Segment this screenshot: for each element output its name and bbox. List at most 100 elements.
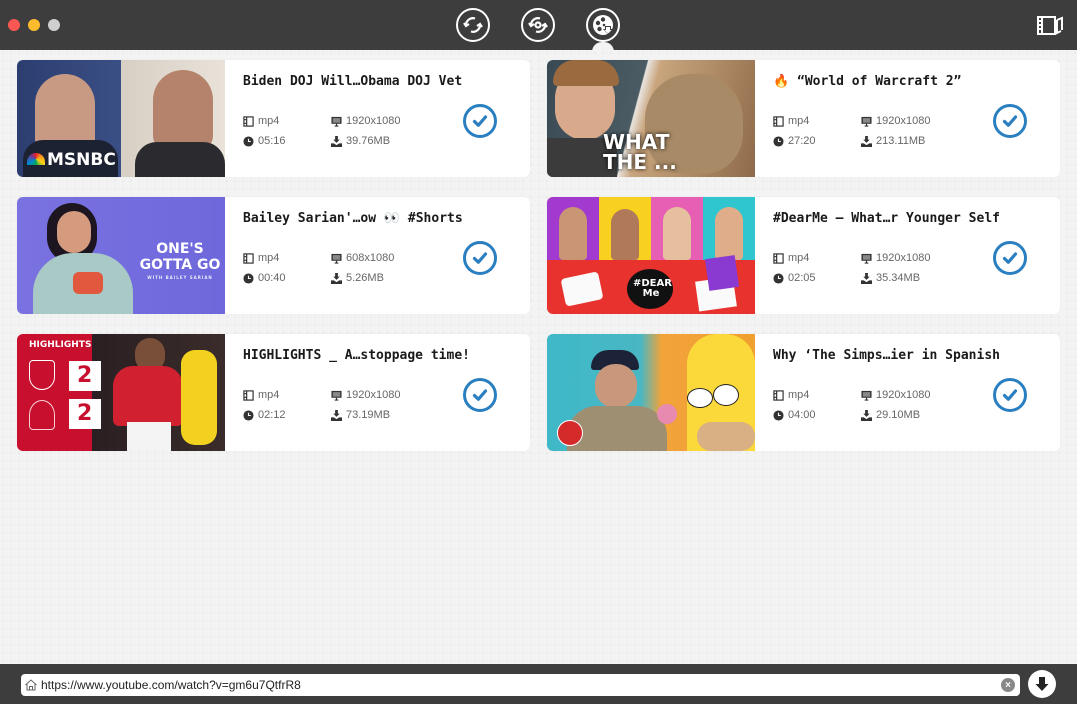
download-tray-icon <box>331 272 342 284</box>
checkmark-icon <box>472 252 488 264</box>
thumbnail-caption: #DEAR Me <box>633 278 672 299</box>
resolution-info: 1920x1080 <box>861 115 930 127</box>
film-icon <box>243 252 254 264</box>
duration-info: 05:16 <box>243 135 286 147</box>
format-info: mp4 <box>773 252 809 264</box>
resolution-value: 1920x1080 <box>346 389 401 401</box>
selected-checkbox[interactable] <box>993 104 1027 138</box>
download-tray-icon <box>331 135 342 147</box>
monitor-icon <box>331 116 342 127</box>
thumbnail-caption: ONE'S GOTTA GO <box>139 241 221 273</box>
edit-convert-mode-button[interactable] <box>521 8 555 42</box>
size-info: 5.26MB <box>331 272 384 284</box>
size-value: 5.26MB <box>346 272 384 284</box>
checkmark-icon <box>472 389 488 401</box>
media-library-button[interactable] <box>1036 14 1064 38</box>
video-card[interactable]: WHAT THE ... 🔥 “World of Warcraft 2” mp4… <box>547 60 1060 177</box>
format-info: mp4 <box>773 115 809 127</box>
clock-icon <box>243 409 254 421</box>
clock-icon <box>243 272 254 284</box>
video-card[interactable]: MSNBC Biden DOJ Will…Obama DOJ Vet mp4 0… <box>17 60 530 177</box>
video-card[interactable]: Why ‘The Simps…ier in Spanish mp4 04:00 … <box>547 334 1060 451</box>
size-value: 29.10MB <box>876 409 921 421</box>
duration-info: 04:00 <box>773 409 816 421</box>
clock-icon <box>243 135 254 147</box>
duration-value: 05:16 <box>258 135 286 147</box>
media-library-icon <box>1037 16 1063 35</box>
film-reel-download-icon <box>593 15 613 35</box>
resolution-info: 1920x1080 <box>331 115 400 127</box>
size-info: 73.19MB <box>331 409 390 421</box>
film-icon <box>243 115 254 127</box>
title-bar <box>0 0 1077 52</box>
url-field-container: × <box>21 674 1020 696</box>
channel-logo <box>557 420 583 446</box>
home-icon[interactable] <box>24 678 38 692</box>
film-icon <box>773 115 784 127</box>
size-info: 39.76MB <box>331 135 390 147</box>
format-info: mp4 <box>243 389 279 401</box>
selected-checkbox[interactable] <box>993 241 1027 275</box>
size-info: 35.34MB <box>861 272 920 284</box>
selected-checkbox[interactable] <box>463 241 497 275</box>
format-value: mp4 <box>258 115 280 127</box>
monitor-icon <box>861 253 872 264</box>
resolution-value: 1920x1080 <box>876 252 931 264</box>
selected-checkbox[interactable] <box>463 378 497 412</box>
close-window-button[interactable] <box>8 19 20 31</box>
resolution-info: 1920x1080 <box>861 389 930 401</box>
format-value: mp4 <box>788 389 810 401</box>
away-score: 2 <box>77 401 93 426</box>
size-value: 213.11MB <box>876 135 926 147</box>
duration-value: 02:05 <box>788 272 816 284</box>
checkmark-icon <box>472 115 488 127</box>
size-info: 29.10MB <box>861 409 920 421</box>
clock-icon <box>773 135 784 147</box>
video-title: HIGHLIGHTS _ A…stoppage time! <box>243 348 470 363</box>
checkmark-icon <box>1002 389 1018 401</box>
clock-icon <box>773 272 784 284</box>
download-tray-icon <box>861 135 872 147</box>
video-card[interactable]: #DEAR Me #DearMe – What…r Younger Self m… <box>547 197 1060 314</box>
video-thumbnail <box>547 334 755 451</box>
duration-value: 00:40 <box>258 272 286 284</box>
convert-mode-button[interactable] <box>456 8 490 42</box>
size-info: 213.11MB <box>861 135 925 147</box>
resolution-value: 1920x1080 <box>876 389 931 401</box>
download-arrow-icon <box>1035 677 1049 691</box>
size-value: 39.76MB <box>346 135 391 147</box>
thumbnail-subcaption: WITH BAILEY SARIAN <box>147 275 213 280</box>
video-thumbnail: ONE'S GOTTA GO WITH BAILEY SARIAN <box>17 197 225 314</box>
download-tray-icon <box>331 409 342 421</box>
thumbnail-caption: HIGHLIGHTS <box>29 340 92 350</box>
duration-info: 02:05 <box>773 272 816 284</box>
duration-value: 04:00 <box>788 409 816 421</box>
selected-checkbox[interactable] <box>993 378 1027 412</box>
format-value: mp4 <box>788 252 810 264</box>
maximize-window-button[interactable] <box>48 19 60 31</box>
video-card[interactable]: ONE'S GOTTA GO WITH BAILEY SARIAN Bailey… <box>17 197 530 314</box>
film-icon <box>243 389 254 401</box>
download-tray-icon <box>861 272 872 284</box>
duration-info: 27:20 <box>773 135 816 147</box>
video-thumbnail: WHAT THE ... <box>547 60 755 177</box>
download-mode-button[interactable] <box>586 8 620 42</box>
clock-icon <box>773 409 784 421</box>
film-icon <box>773 252 784 264</box>
duration-info: 02:12 <box>243 409 286 421</box>
video-title: Bailey Sarian'…ow 👀 #Shorts <box>243 211 463 226</box>
url-input[interactable] <box>41 678 1001 692</box>
size-value: 35.34MB <box>876 272 921 284</box>
video-thumbnail: MSNBC <box>17 60 225 177</box>
resolution-value: 608x1080 <box>346 252 395 264</box>
minimize-window-button[interactable] <box>28 19 40 31</box>
video-title: #DearMe – What…r Younger Self <box>773 211 1000 226</box>
resolution-info: 608x1080 <box>331 252 394 264</box>
download-button[interactable] <box>1028 670 1056 698</box>
video-title: 🔥 “World of Warcraft 2” <box>773 74 962 89</box>
clear-url-button[interactable]: × <box>1001 678 1015 692</box>
selected-checkbox[interactable] <box>463 104 497 138</box>
monitor-icon <box>331 253 342 264</box>
video-card[interactable]: HIGHLIGHTS 2 2 HIGHLIGHTS _ A…stoppage t… <box>17 334 530 451</box>
thumbnail-caption: WHAT THE ... <box>603 130 677 174</box>
